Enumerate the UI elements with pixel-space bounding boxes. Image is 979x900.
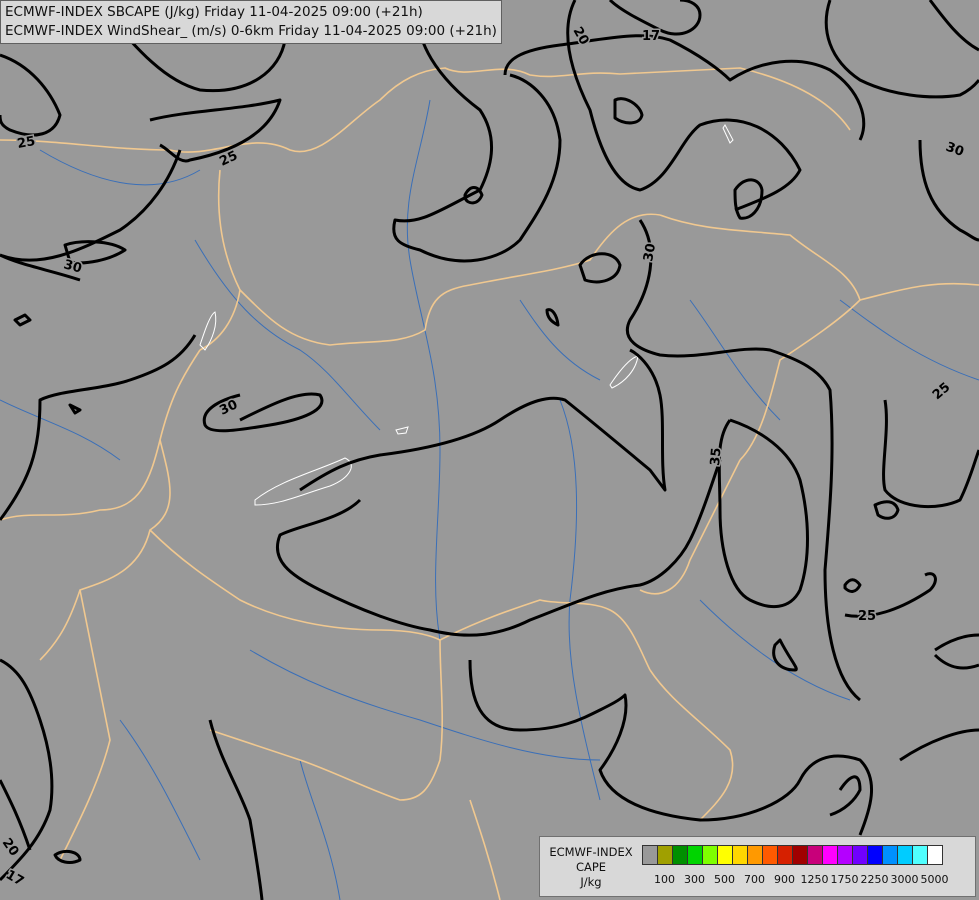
legend-swatch [762,845,778,865]
legend-swatch [777,845,793,865]
legend-swatch [807,845,823,865]
contour-label: 25 [858,609,876,624]
legend-swatch [642,845,658,865]
map-title-box: ECMWF-INDEX SBCAPE (J/kg) Friday 11-04-2… [0,0,502,44]
legend-swatch [687,845,703,865]
legend-tick: 500 [714,873,735,886]
contour-label: 30 [641,242,659,262]
legend-tick: 100 [654,873,675,886]
legend-title-unit: J/kg [580,875,602,889]
legend-tick: 2250 [860,873,889,886]
legend-tick: 1250 [800,873,829,886]
legend-swatch [657,845,673,865]
contour-label: 25 [16,134,36,152]
legend-swatch [747,845,763,865]
legend-tick: 900 [774,873,795,886]
legend-swatch [912,845,928,865]
legend-color-scale [642,845,943,865]
legend-tick: 300 [684,873,705,886]
contour-label: 17 [642,29,660,44]
map-canvas: 25 25 30 30 20 17 30 30 35 25 25 20 17 [0,0,979,900]
contour-label: 35 [708,447,725,466]
title-line-windshear: ECMWF-INDEX WindShear_ (m/s) 0-6km Frida… [5,23,497,39]
legend-tick: 1750 [830,873,859,886]
legend-tick: 700 [744,873,765,886]
legend-swatch [702,845,718,865]
legend-swatch [882,845,898,865]
legend-swatch [732,845,748,865]
legend-title-variable: CAPE [575,860,607,874]
legend-swatch [852,845,868,865]
legend-swatch [897,845,913,865]
cape-legend: ECMWF-INDEX CAPE J/kg 100 300 500 700 900 125… [539,836,976,897]
legend-swatch [927,845,943,865]
legend-swatch [837,845,853,865]
legend-tick: 5000 [920,873,949,886]
legend-title: ECMWF-INDEX CAPE J/kg [544,845,638,890]
legend-title-model: ECMWF-INDEX [549,845,633,859]
legend-swatch [822,845,838,865]
legend-tick-labels: 100 300 500 700 900 1250 1750 2250 3000 5000 [642,873,972,889]
legend-swatch [867,845,883,865]
legend-swatch [792,845,808,865]
legend-swatch [717,845,733,865]
legend-tick: 3000 [890,873,919,886]
title-line-cape: ECMWF-INDEX SBCAPE (J/kg) Friday 11-04-2… [5,4,423,20]
legend-swatch [672,845,688,865]
